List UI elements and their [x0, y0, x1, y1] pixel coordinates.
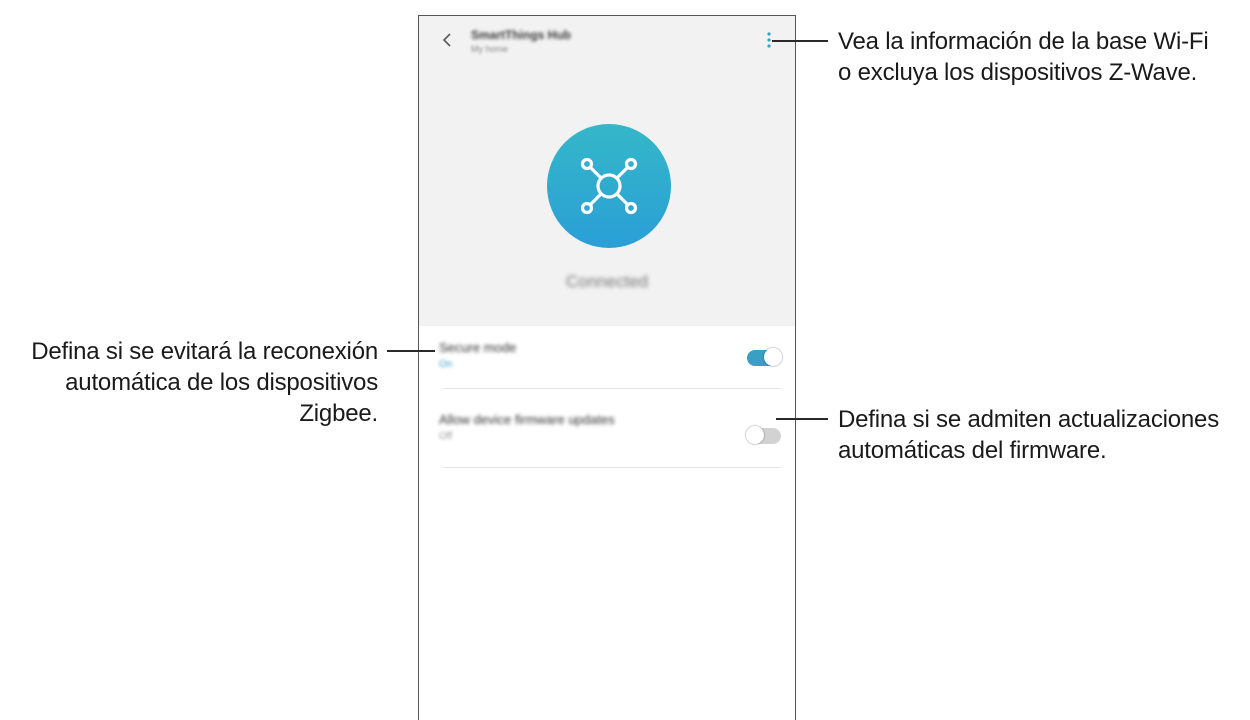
app-bar-subtitle: My home	[471, 44, 509, 54]
switch-knob	[746, 426, 764, 444]
page: SmartThings Hub My home Connected Secure…	[0, 0, 1250, 720]
callout-firmware: Defina si se admiten actualizaciones aut…	[838, 404, 1219, 466]
phone-screen: SmartThings Hub My home Connected Secure…	[418, 15, 796, 720]
callout-firmware-line-1: Defina si se admiten actualizaciones	[838, 406, 1220, 433]
callout-secure-line-1: Defina si se evitará la reconexión	[31, 338, 378, 365]
firmware-updates-title: Allow device firmware updates	[439, 412, 615, 427]
callout-secure-line-2: automática de los dispositivos	[65, 369, 378, 396]
switch-knob	[764, 348, 782, 366]
divider	[443, 467, 781, 468]
callout-more-menu: Vea la información de la base Wi-Fi o ex…	[838, 26, 1209, 88]
hub-status-label: Connected	[565, 272, 649, 291]
secure-mode-title: Secure mode	[439, 340, 517, 355]
callout-more-line-2: o excluya los dispositivos Z-Wave.	[838, 59, 1198, 86]
callout-secure-line-3: Zigbee.	[299, 400, 378, 427]
hub-header-area: SmartThings Hub My home Connected	[419, 16, 795, 326]
callout-line-more	[772, 40, 828, 42]
firmware-updates-switch[interactable]	[746, 426, 781, 444]
callout-firmware-line-2: automáticas del firmware.	[838, 437, 1107, 464]
secure-mode-switch[interactable]	[747, 348, 782, 366]
secure-mode-status: On	[439, 359, 453, 370]
firmware-updates-status: Off	[439, 431, 453, 442]
divider	[443, 388, 781, 389]
chevron-left-icon[interactable]	[435, 28, 459, 52]
app-bar-title: SmartThings Hub	[471, 28, 572, 42]
hub-network-icon	[580, 157, 638, 215]
firmware-updates-row[interactable]: Allow device firmware updates Off	[419, 398, 795, 460]
secure-mode-row[interactable]: Secure mode On	[419, 326, 795, 388]
callout-more-line-1: Vea la información de la base Wi-Fi	[838, 28, 1209, 55]
hub-status-circle	[547, 124, 671, 248]
callout-secure-mode: Defina si se evitará la reconexión autom…	[0, 336, 378, 429]
callout-line-firmware	[776, 418, 828, 420]
callout-line-secure	[387, 350, 435, 352]
